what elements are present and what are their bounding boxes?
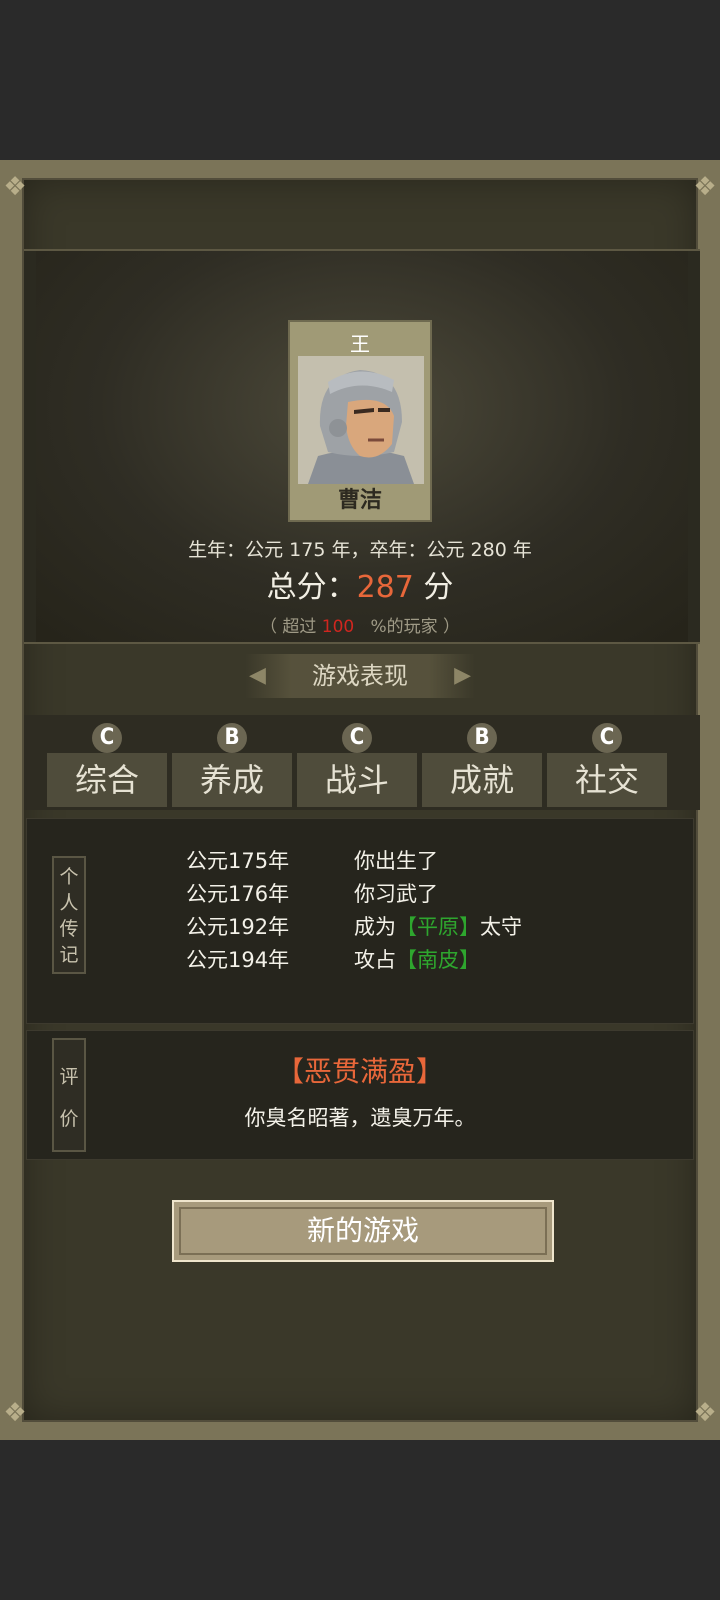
grade-badge: B [467,723,497,753]
section-title-text: 游戏表现 [312,662,408,690]
character-portrait [298,356,424,484]
bio-event: 攻占【南皮】 [354,948,480,972]
total-score-label: 总分： [266,570,357,605]
percentile-value: 100 [321,617,355,637]
grade-tab-combat[interactable]: 战斗 [297,753,417,807]
bio-year: 公元194年 [186,948,290,972]
grade-tab-development[interactable]: 养成 [172,753,292,807]
bio-year: 公元175年 [186,849,290,873]
biography-tag: 个人传记 [52,856,86,974]
grade-tab-overall[interactable]: 综合 [47,753,167,807]
total-score-unit: 分 [423,570,454,605]
bio-year: 公元176年 [186,882,290,906]
character-name: 曹洁 [337,488,382,513]
grade-badge: C [342,723,372,753]
corner-ornament-icon: ❖ [3,172,27,202]
grade-badge: C [92,723,122,753]
grade-tab-achievement[interactable]: 成就 [422,753,542,807]
evaluation-title: 【恶贯满盈】 [275,1055,444,1088]
percentile-prefix: （ 超过 [259,617,317,637]
arrow-right-icon: ▶ [454,663,471,688]
grade-item: C 战斗 [297,715,417,810]
grade-item: C 综合 [47,715,167,810]
biography-tag-text: 个人传记 [59,866,79,966]
grades-bar: C 综合 B 养成 C 战斗 B 成就 C 社交 [24,715,700,810]
percentile-text: （ 超过 100 %的玩家 ） [0,612,720,637]
total-score: 总分：287 分 [0,562,720,606]
corner-ornament-icon: ❖ [3,1398,27,1428]
corner-ornament-icon: ❖ [693,172,717,202]
evaluation-text: 你臭名昭著，遗臭万年。 [244,1106,476,1130]
percentile-suffix: %的玩家 ） [370,617,461,637]
grade-item: B 成就 [422,715,542,810]
grade-tab-social[interactable]: 社交 [547,753,667,807]
grade-badge: B [217,723,247,753]
bio-year: 公元192年 [186,915,290,939]
grade-item: B 养成 [172,715,292,810]
total-score-value: 287 [356,570,414,605]
grade-badge: C [592,723,622,753]
bio-event: 成为【平原】太守 [354,915,522,939]
bio-event: 你习武了 [354,882,438,906]
bio-event: 你出生了 [354,849,438,873]
character-surname: 王 [350,332,370,356]
arrow-left-icon: ◀ [249,663,266,688]
corner-ornament-icon: ❖ [693,1398,717,1428]
life-span: 生年：公元 175 年，卒年：公元 280 年 [188,539,532,561]
general-portrait-icon [298,356,424,484]
new-game-button[interactable]: 新的游戏 [172,1200,554,1262]
grade-item: C 社交 [547,715,667,810]
section-title: ◀ 游戏表现 ▶ [245,654,475,698]
character-card: 王 曹洁 [288,320,432,522]
